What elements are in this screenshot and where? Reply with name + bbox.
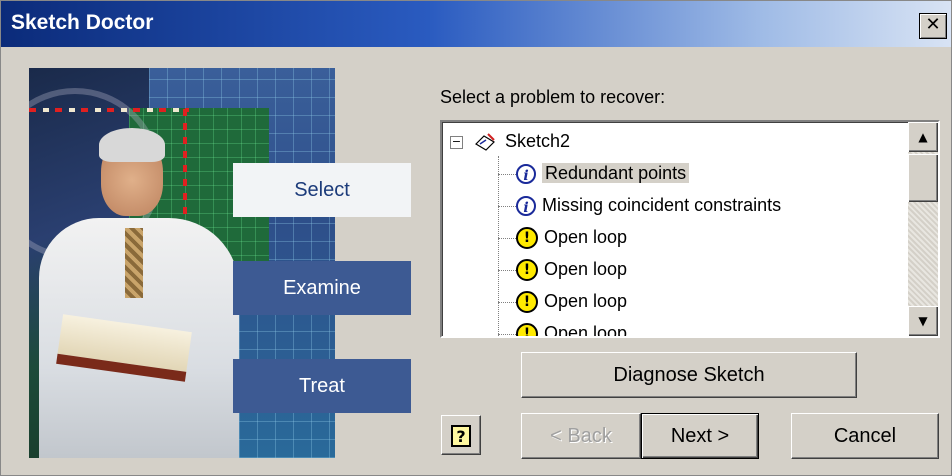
tree-branch: [498, 237, 516, 239]
step-treat: Treat: [233, 359, 411, 413]
sketch-icon: [475, 133, 495, 152]
problem-tree[interactable]: − Sketch2 i Redundant points i Missing coi…: [440, 120, 940, 338]
arrow-down-icon: ▼: [918, 314, 928, 328]
illustration-dotted-line: [29, 108, 189, 112]
illustration-dotted-line-vertical: [183, 108, 187, 228]
step-examine: Examine: [233, 261, 411, 315]
diagnose-sketch-button[interactable]: Diagnose Sketch: [521, 352, 857, 398]
tree-branch: [498, 269, 516, 271]
tree-item-label: Open loop: [544, 227, 628, 247]
tree-branch: [498, 333, 516, 335]
sketch-doctor-dialog: Sketch Doctor ✕ Select Examine Treat Sel…: [0, 0, 952, 476]
tree-branch: [498, 173, 516, 175]
tree-item[interactable]: ! Open loop: [498, 222, 627, 254]
doctor-hair: [99, 128, 165, 162]
tree-item-label: Redundant points: [542, 163, 690, 183]
scrollbar-thumb[interactable]: [908, 154, 938, 202]
tree-item[interactable]: i Redundant points: [498, 158, 690, 190]
tree-branch: [498, 205, 516, 207]
info-icon: i: [516, 164, 536, 185]
tree-item[interactable]: ! Open loop: [498, 318, 628, 338]
title-bar[interactable]: Sketch Doctor ✕: [1, 1, 951, 47]
vertical-scrollbar[interactable]: ▲ ▼: [908, 122, 938, 336]
arrow-up-icon: ▲: [918, 130, 928, 144]
doctor-tie: [125, 228, 143, 298]
step-select: Select: [233, 163, 411, 217]
warning-icon: !: [516, 259, 538, 282]
tree-item-label: Missing coincident constraints: [542, 195, 782, 215]
warning-icon: !: [516, 323, 538, 336]
warning-icon: !: [516, 227, 538, 250]
info-icon: i: [516, 196, 536, 217]
cancel-button[interactable]: Cancel: [791, 413, 939, 459]
tree-root[interactable]: − Sketch2: [450, 126, 570, 158]
tree-branch: [498, 301, 516, 303]
tree-item[interactable]: ! Open loop: [498, 286, 627, 318]
close-button[interactable]: ✕: [919, 13, 947, 39]
tree-item-label: Open loop: [544, 323, 628, 338]
prompt-label: Select a problem to recover:: [440, 87, 666, 107]
back-button[interactable]: < Back: [521, 413, 641, 459]
help-button[interactable]: ?: [441, 415, 481, 455]
warning-icon: !: [516, 291, 538, 314]
tree-item[interactable]: i Missing coincident constraints: [498, 190, 781, 222]
tree-root-label: Sketch2: [505, 131, 571, 151]
scroll-up-button[interactable]: ▲: [908, 122, 938, 152]
collapse-icon[interactable]: −: [450, 135, 463, 149]
tree-item-label: Open loop: [544, 291, 628, 311]
tree-item[interactable]: ! Open loop: [498, 254, 627, 286]
close-icon: ✕: [925, 14, 941, 35]
next-button[interactable]: Next >: [641, 413, 759, 459]
scroll-down-button[interactable]: ▼: [908, 306, 938, 336]
help-icon: ?: [451, 424, 471, 447]
window-title: Sketch Doctor: [11, 11, 154, 34]
tree-item-label: Open loop: [544, 259, 628, 279]
